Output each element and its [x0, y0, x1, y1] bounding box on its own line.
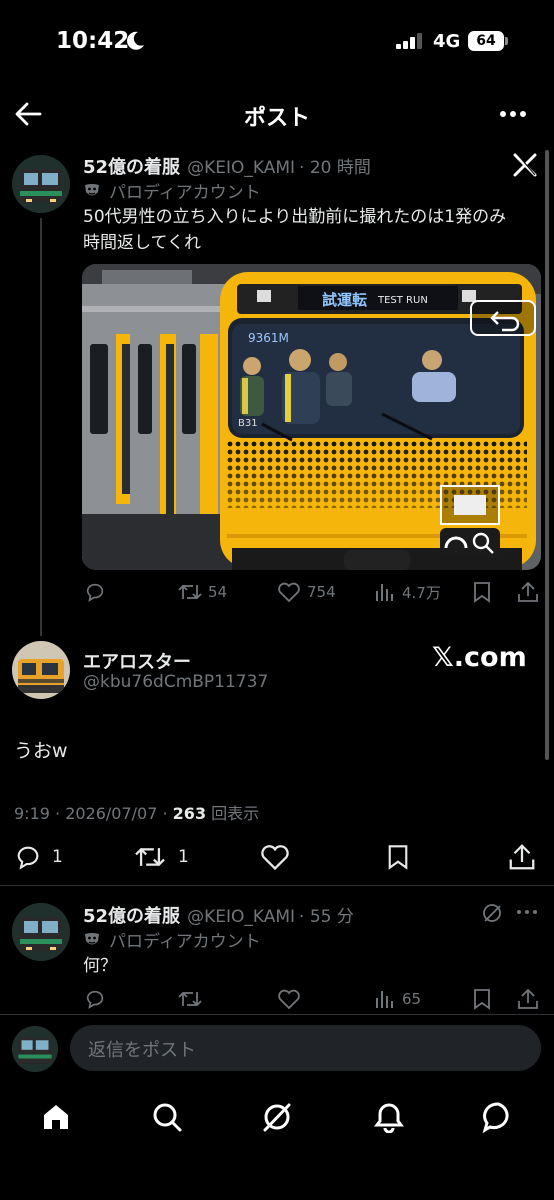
- share-icon[interactable]: [516, 987, 540, 1011]
- view-count: 4.7万: [402, 583, 441, 602]
- parody-mask-icon: [83, 931, 101, 949]
- author-handle[interactable]: @kbu76dCmBP11737: [83, 672, 268, 692]
- reply-icon[interactable]: [84, 988, 106, 1010]
- bookmark-icon[interactable]: [385, 843, 411, 871]
- avatar[interactable]: [12, 155, 70, 213]
- post-text: 何？: [83, 956, 117, 976]
- like-icon[interactable]: [259, 843, 291, 871]
- reply-button[interactable]: 1: [14, 843, 63, 871]
- share-icon[interactable]: [507, 842, 537, 872]
- post-time[interactable]: · 20 時間: [299, 153, 371, 178]
- repost-count: 54: [208, 583, 228, 601]
- divider: [0, 1014, 554, 1015]
- reply-placeholder: 返信をポスト: [88, 1040, 196, 1061]
- post-time[interactable]: · 55 分: [299, 902, 354, 927]
- author-handle[interactable]: @KEIO_KAMI: [187, 158, 295, 178]
- main-post-text: うおw: [14, 740, 68, 762]
- reply-icon: [14, 843, 42, 871]
- status-time: 10:42: [56, 28, 130, 54]
- home-icon[interactable]: [40, 1101, 72, 1133]
- x-logo-icon: [512, 152, 538, 178]
- scrollbar[interactable]: [545, 150, 549, 760]
- view-count: 65: [402, 990, 422, 1008]
- author-name[interactable]: エアロスター: [83, 648, 191, 674]
- view-total-label: 回表示: [206, 804, 260, 823]
- search-icon[interactable]: [151, 1101, 183, 1133]
- repost-icon[interactable]: [178, 988, 202, 1010]
- notifications-icon[interactable]: [373, 1101, 405, 1133]
- like-button[interactable]: 754: [277, 581, 336, 603]
- do-not-disturb-icon: [124, 30, 146, 52]
- undo-icon[interactable]: [470, 300, 536, 336]
- views-icon: [374, 581, 396, 603]
- battery-level: 64: [468, 31, 504, 51]
- more-icon[interactable]: [516, 908, 538, 916]
- like-icon[interactable]: [277, 988, 301, 1010]
- reply-count: 1: [52, 847, 63, 867]
- thread-line: [40, 218, 42, 636]
- network-type: 4G: [433, 31, 461, 52]
- post-timestamp: 9:19 · 2026/07/07 ·: [14, 804, 173, 823]
- post-text-line2: 時間返してくれ: [83, 233, 201, 253]
- bookmark-icon[interactable]: [471, 988, 493, 1010]
- author-name[interactable]: 52億の着服: [83, 153, 180, 179]
- more-icon[interactable]: [498, 104, 528, 124]
- views-button[interactable]: 4.7万: [374, 581, 441, 603]
- repost-icon: [134, 843, 166, 871]
- like-count: 754: [307, 583, 336, 601]
- repost-count: 1: [178, 847, 189, 867]
- views-icon: [374, 988, 396, 1010]
- like-icon: [277, 581, 301, 603]
- visual-lookup-icon[interactable]: [440, 528, 500, 558]
- avatar[interactable]: [12, 641, 70, 699]
- reply-icon: [84, 581, 106, 603]
- page-title: ポスト: [243, 106, 310, 131]
- avatar[interactable]: [12, 903, 70, 961]
- repost-button[interactable]: 1: [134, 843, 189, 871]
- views-button[interactable]: 65: [374, 988, 421, 1010]
- destination-sign: 試運転: [322, 291, 367, 309]
- crop-preview-icon[interactable]: [440, 485, 500, 525]
- author-name[interactable]: 52億の着服: [83, 902, 180, 928]
- parody-label: パロディアカウント: [109, 183, 261, 203]
- messages-icon[interactable]: [482, 1101, 514, 1133]
- view-total: 263: [172, 804, 207, 823]
- parody-label: パロディアカウント: [109, 932, 261, 952]
- share-icon[interactable]: [516, 580, 540, 604]
- post-text-line1: 50代男性の立ち入りにより出勤前に撮れたのは1発のみ: [83, 207, 507, 227]
- grok-icon[interactable]: [261, 1101, 293, 1133]
- x-com-watermark: 𝕏.com: [432, 642, 527, 673]
- bookmark-icon[interactable]: [471, 581, 493, 603]
- grok-icon[interactable]: [481, 902, 503, 924]
- train-number: 9361M: [248, 331, 289, 345]
- divider: [0, 885, 554, 886]
- parody-mask-icon: [83, 182, 101, 200]
- reply-button[interactable]: [84, 581, 112, 603]
- battery-cap: [505, 37, 508, 45]
- avatar: [12, 1026, 58, 1072]
- repost-button[interactable]: 54: [178, 581, 227, 603]
- car-code: B31: [238, 418, 258, 429]
- repost-icon: [178, 581, 202, 603]
- author-handle[interactable]: @KEIO_KAMI: [187, 907, 295, 927]
- destination-sub: TEST RUN: [377, 295, 428, 306]
- signal-icon: [396, 33, 426, 49]
